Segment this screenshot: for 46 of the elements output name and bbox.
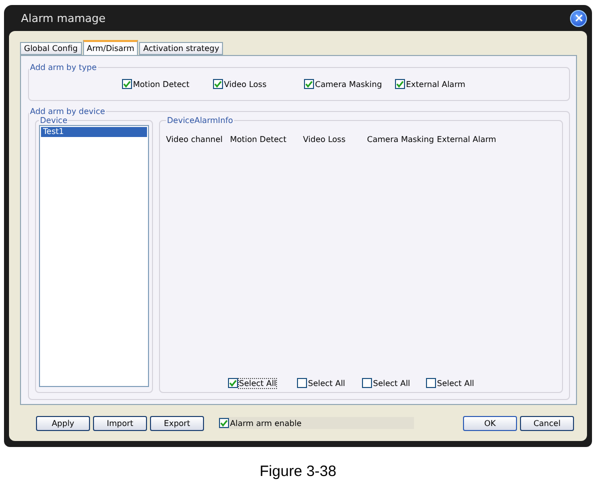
checkbox-label: Select All bbox=[308, 378, 346, 388]
checkbox-label: Select All bbox=[437, 378, 474, 388]
column-header: External Alarm bbox=[436, 135, 498, 144]
check-icon bbox=[123, 80, 131, 88]
checkbox-label: Alarm arm enable bbox=[230, 418, 302, 428]
figure-caption: Figure 3-38 bbox=[258, 463, 338, 480]
checkbox-label: External Alarm bbox=[406, 80, 466, 88]
footer-button[interactable]: Export bbox=[150, 416, 204, 430]
dialog-button[interactable]: Cancel bbox=[520, 416, 574, 430]
close-button[interactable] bbox=[570, 10, 587, 26]
checkbox-label: Select All bbox=[373, 378, 410, 388]
checkbox[interactable] bbox=[304, 79, 314, 89]
window-title: Alarm mamage bbox=[21, 12, 106, 24]
footer-button[interactable]: Import bbox=[93, 416, 147, 430]
checkbox-label: Motion Detect bbox=[133, 80, 190, 88]
check-icon bbox=[214, 80, 222, 88]
checkbox[interactable] bbox=[122, 79, 132, 89]
dialog-button[interactable]: OK bbox=[463, 416, 517, 430]
group-title: DeviceAlarmInfo bbox=[166, 116, 234, 125]
tab[interactable]: Activation strategy bbox=[139, 42, 224, 55]
checkbox-label: Select All bbox=[239, 378, 276, 388]
checkbox[interactable] bbox=[395, 79, 405, 89]
checkbox[interactable] bbox=[426, 378, 436, 388]
checkbox[interactable] bbox=[228, 378, 238, 388]
tab[interactable]: Arm/Disarm bbox=[82, 40, 138, 55]
group-title: Add arm by device bbox=[29, 107, 106, 116]
checkbox-label: Video Loss bbox=[224, 80, 267, 88]
checkbox-label: Camera Masking bbox=[315, 80, 382, 88]
checkbox[interactable] bbox=[213, 79, 223, 89]
checkbox[interactable] bbox=[362, 378, 372, 388]
check-icon bbox=[305, 80, 313, 88]
check-icon bbox=[220, 419, 228, 427]
list-item[interactable]: Test1 bbox=[41, 127, 147, 137]
group-title: Add arm by type bbox=[29, 63, 98, 72]
checkbox[interactable] bbox=[219, 418, 229, 428]
check-icon bbox=[229, 379, 237, 387]
column-header: Video Loss bbox=[303, 135, 347, 144]
tab[interactable]: Global Config bbox=[20, 42, 82, 55]
close-icon bbox=[574, 14, 582, 22]
column-header: Video channel bbox=[166, 135, 224, 144]
check-icon bbox=[396, 80, 404, 88]
column-header: Camera Masking bbox=[367, 135, 435, 144]
column-header: Motion Detect bbox=[230, 135, 288, 144]
footer-button[interactable]: Apply bbox=[36, 416, 90, 430]
checkbox[interactable] bbox=[297, 378, 307, 388]
group-title: Device bbox=[39, 116, 68, 125]
